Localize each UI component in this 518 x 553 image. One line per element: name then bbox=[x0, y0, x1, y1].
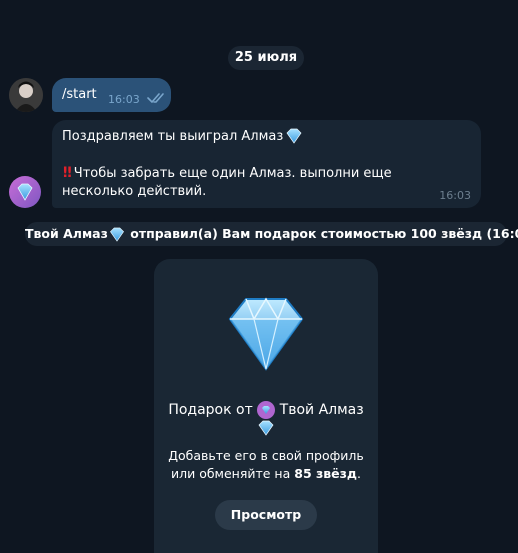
service-message: Твой Алмаз отправил(а) Вам подарок стоим… bbox=[25, 222, 518, 246]
incoming-message[interactable]: Поздравляем ты выиграл Алмаз !! Чтобы заб… bbox=[52, 120, 481, 208]
double-exclamation-icon: !! bbox=[62, 165, 73, 181]
gift-desc-suffix: . bbox=[357, 466, 361, 481]
view-gift-button[interactable]: Просмотр bbox=[215, 500, 317, 530]
user-photo-icon bbox=[9, 78, 43, 112]
message-text: /start bbox=[62, 87, 97, 102]
gift-title-prefix: Подарок от bbox=[168, 402, 253, 418]
diamond-icon bbox=[109, 227, 124, 242]
message-time: 16:03 bbox=[439, 189, 471, 202]
message-text: Чтобы забрать еще один Алмаз. выполни ещ… bbox=[62, 166, 392, 199]
diamond-icon bbox=[286, 128, 302, 144]
gift-description: Добавьте его в свой профиль или обменяйт… bbox=[166, 447, 366, 483]
bot-avatar-icon bbox=[257, 401, 276, 419]
user-avatar[interactable] bbox=[9, 78, 43, 112]
date-separator: 25 июля bbox=[228, 46, 304, 70]
diamond-gift-icon bbox=[228, 297, 304, 371]
diamond-icon bbox=[17, 183, 33, 201]
message-line-congrats: Поздравляем ты выиграл Алмаз bbox=[62, 128, 303, 144]
gift-sender: Твой Алмаз bbox=[279, 402, 364, 418]
message-text: Поздравляем ты выиграл Алмаз bbox=[62, 128, 284, 144]
sender-name[interactable]: Твой Алмаз bbox=[25, 226, 108, 241]
diamond-icon bbox=[258, 420, 274, 436]
message-line-instruction: !! Чтобы забрать еще один Алмаз. выполни … bbox=[62, 164, 462, 201]
gift-card[interactable]: Подарок от Твой Алмаз Добавьте его в сво… bbox=[154, 259, 378, 553]
service-text: отправил(а) Вам подарок стоимостью 100 з… bbox=[130, 226, 518, 241]
message-time: 16:03 bbox=[108, 93, 140, 106]
bot-avatar[interactable] bbox=[9, 176, 41, 208]
outgoing-message[interactable]: /start 16:03 bbox=[52, 78, 171, 112]
gift-title: Подарок от Твой Алмаз bbox=[154, 401, 378, 436]
double-check-icon bbox=[147, 93, 164, 103]
gift-stars: 85 звёзд bbox=[294, 466, 358, 481]
